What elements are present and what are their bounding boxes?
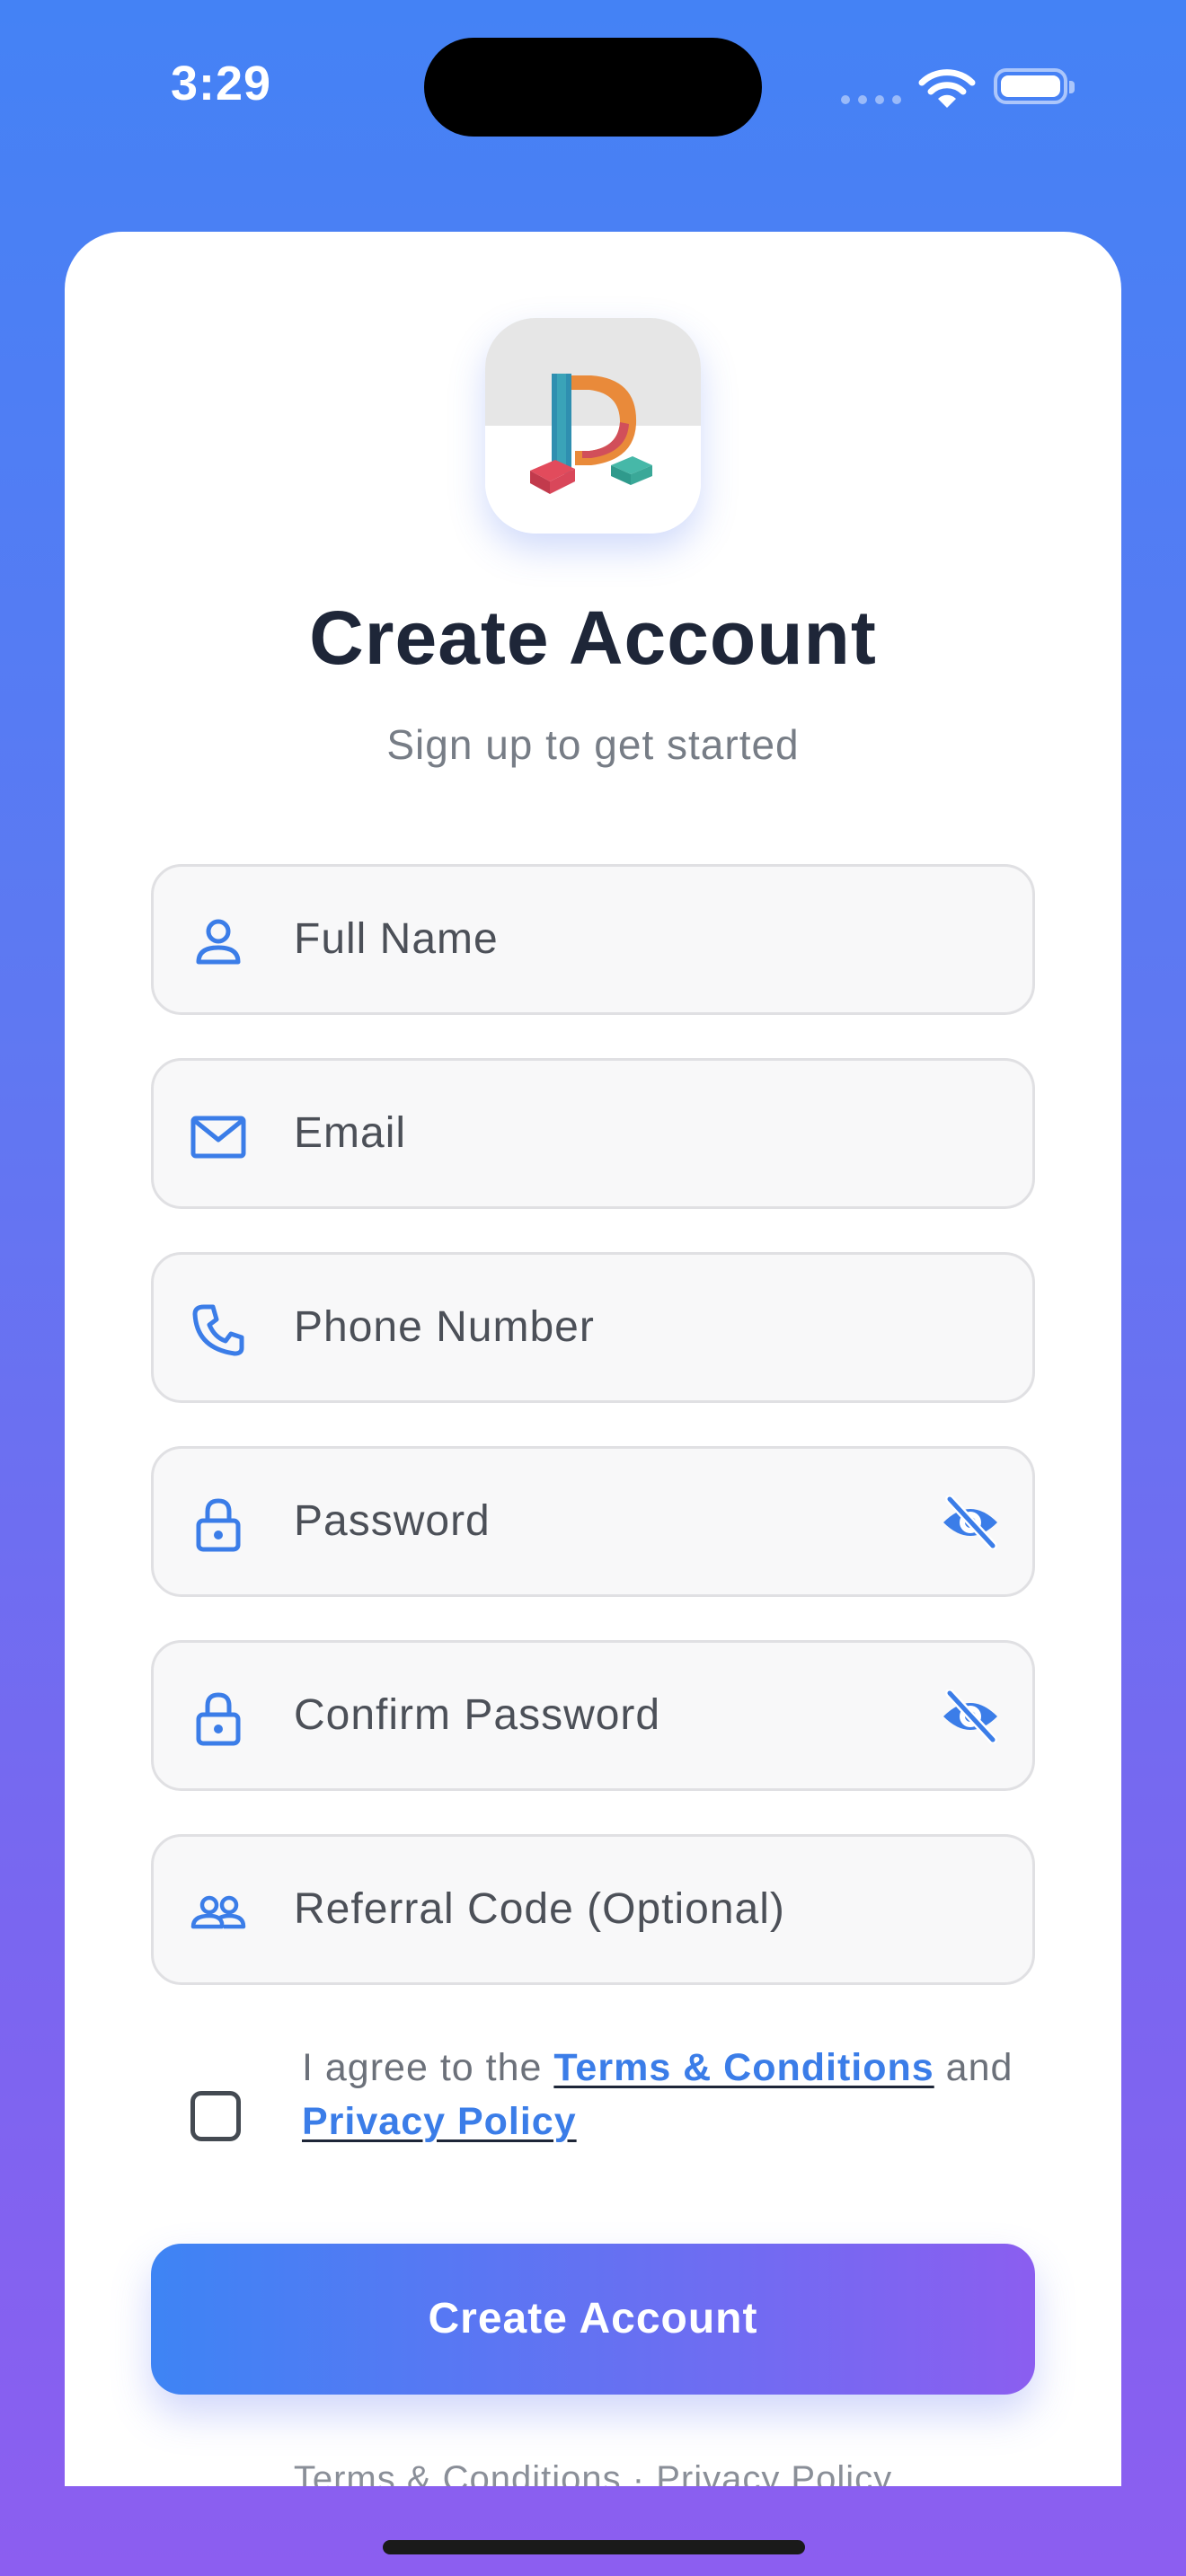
agree-checkbox[interactable] [190,2091,241,2141]
agreement-middle: and [934,2046,1013,2089]
phone-number-field[interactable]: Phone Number [151,1252,1035,1403]
footer-privacy-link[interactable]: Privacy Policy [656,2459,892,2486]
confirm-password-placeholder: Confirm Password [294,1691,661,1739]
agreement-text: I agree to the Terms & Conditions and Pr… [302,2041,1093,2148]
dynamic-island [424,38,762,137]
home-indicator[interactable] [383,2540,805,2554]
lock-icon [196,1498,241,1552]
footer-terms-link[interactable]: Terms & Conditions [294,2459,622,2486]
eye-off-icon[interactable] [941,1689,1000,1743]
people-icon [190,1895,246,1929]
battery-icon [994,68,1075,104]
confirm-password-field[interactable]: Confirm Password [151,1640,1035,1791]
agreement-prefix: I agree to the [302,2046,554,2089]
phone-number-placeholder: Phone Number [294,1303,595,1351]
referral-code-field[interactable]: Referral Code (Optional) [151,1834,1035,1985]
create-account-button[interactable]: Create Account [151,2244,1035,2395]
mail-icon [190,1116,246,1159]
lock-icon [196,1692,241,1746]
password-placeholder: Password [294,1497,491,1545]
footer-links: Terms & Conditions · Privacy Policy [65,2459,1121,2486]
email-field[interactable]: Email [151,1058,1035,1209]
footer-separator: · [621,2459,657,2486]
privacy-policy-link[interactable]: Privacy Policy [302,2100,577,2143]
status-time: 3:29 [171,57,272,110]
wifi-icon [918,69,976,108]
referral-code-placeholder: Referral Code (Optional) [294,1885,785,1933]
full-name-placeholder: Full Name [294,915,499,963]
page-title: Create Account [309,595,877,680]
password-field[interactable]: Password [151,1446,1035,1597]
page-subtitle: Sign up to get started [386,721,800,768]
signup-card: Create Account Sign up to get started Fu… [65,232,1121,2486]
eye-off-icon[interactable] [941,1495,1000,1549]
cellular-signal-icon [841,95,901,104]
full-name-field[interactable]: Full Name [151,864,1035,1015]
terms-link[interactable]: Terms & Conditions [553,2046,934,2089]
status-bar: 3:29 [0,0,1186,180]
email-placeholder: Email [294,1109,407,1157]
phone-icon [192,1304,244,1356]
app-logo [485,318,701,534]
person-icon [196,919,241,965]
